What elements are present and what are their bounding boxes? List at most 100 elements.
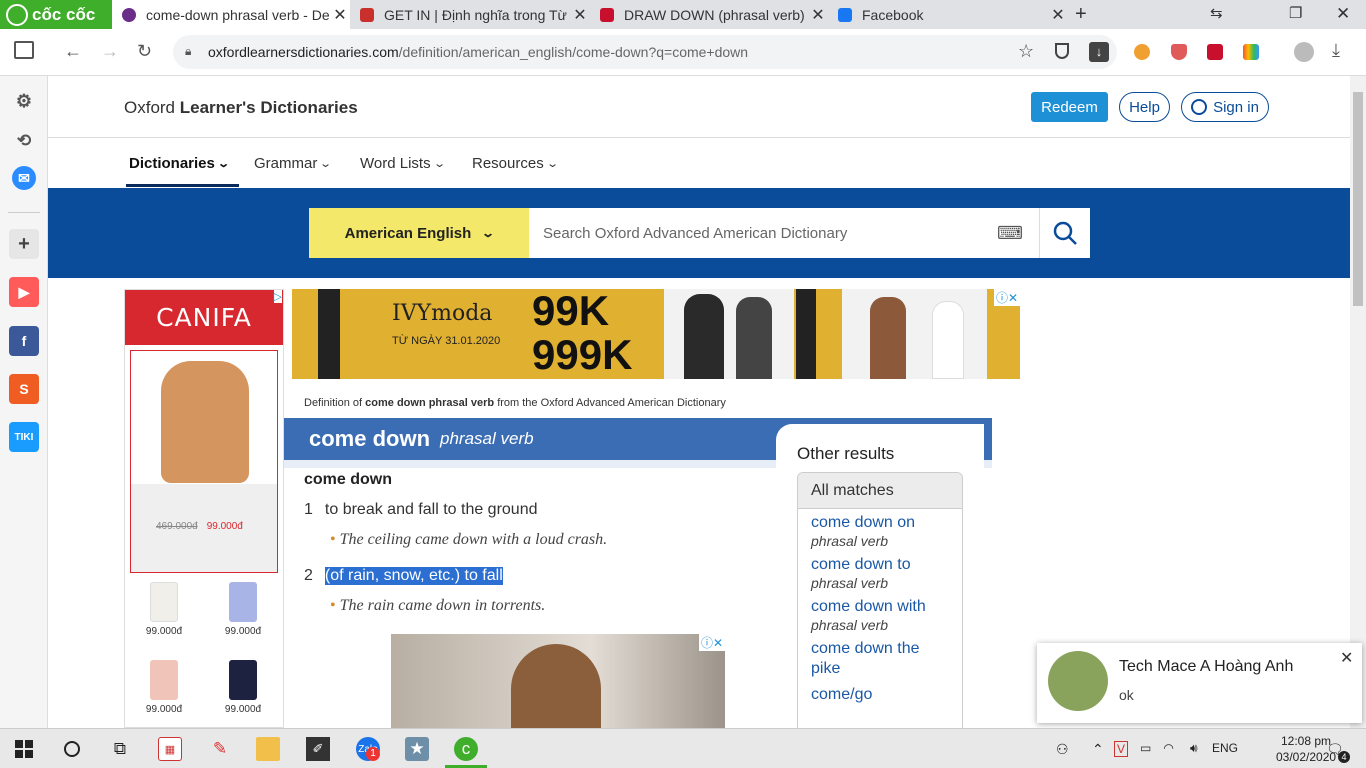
match-word[interactable]: come down the pike: [811, 639, 949, 679]
sense-number: 1: [304, 501, 313, 518]
car-ad[interactable]: ⓘ✕: [391, 634, 725, 728]
close-tab-icon[interactable]: ✕: [808, 5, 828, 25]
close-icon[interactable]: ✕: [1340, 648, 1353, 668]
new-tab-icon[interactable]: +: [1075, 3, 1087, 26]
bullet-icon: •: [330, 597, 336, 614]
match-item[interactable]: come down the pike: [798, 635, 962, 681]
tab-draw-down[interactable]: DRAW DOWN (phrasal verb) c ✕: [590, 0, 828, 29]
match-word[interactable]: come down on: [811, 513, 949, 533]
canifa-ad[interactable]: CANIFA ▷ 469.000đ 99.000đ 99.000đ 99.000…: [124, 289, 284, 728]
ad-close-icon[interactable]: ⓘ✕: [698, 634, 725, 651]
page-scrollbar[interactable]: [1350, 76, 1366, 728]
match-item[interactable]: come down to phrasal verb: [798, 551, 962, 593]
scrollbar-thumb[interactable]: [1353, 92, 1363, 306]
download-page-icon[interactable]: ↓: [1089, 42, 1109, 62]
color-extension-icon[interactable]: [1243, 44, 1259, 60]
coccoc-menu-button[interactable]: cốc cốc: [0, 0, 112, 29]
product-thumb[interactable]: 99.000đ: [139, 582, 189, 640]
redeem-button[interactable]: Redeem: [1031, 92, 1108, 122]
sweater-image: [161, 361, 249, 483]
menu-resources[interactable]: Resources ⌄: [472, 155, 559, 172]
downloads-icon[interactable]: ⤓: [1332, 40, 1340, 61]
search-circle-icon[interactable]: [60, 737, 84, 761]
sign-in-button[interactable]: Sign in: [1181, 92, 1269, 122]
ad-close-icon[interactable]: ⓘ✕: [993, 289, 1020, 306]
tab-get-in[interactable]: GET IN | Định nghĩa trong Từ ✕: [350, 0, 590, 29]
close-window-icon[interactable]: ✕: [1336, 4, 1350, 24]
unikey-icon[interactable]: V: [1114, 741, 1129, 757]
translate-extension-icon[interactable]: [1207, 44, 1223, 60]
menu-dictionaries[interactable]: Dictionaries ⌄: [129, 155, 230, 172]
menu-grammar[interactable]: Grammar ⌄: [254, 155, 332, 172]
coccoc-taskbar-icon[interactable]: c: [454, 737, 478, 761]
sidebar-toggle-icon[interactable]: [14, 41, 34, 59]
tiki-icon[interactable]: TIKI: [9, 422, 39, 452]
people-icon[interactable]: ⚇: [1056, 741, 1069, 758]
tab-facebook[interactable]: Facebook ✕: [828, 0, 1068, 29]
facebook-icon[interactable]: f: [9, 326, 39, 356]
match-pos: phrasal verb: [811, 617, 889, 633]
match-word[interactable]: come down to: [811, 555, 949, 575]
tab-all-matches[interactable]: All matches: [798, 473, 962, 509]
close-tab-icon[interactable]: ✕: [570, 5, 590, 25]
close-tab-icon[interactable]: ✕: [330, 5, 350, 25]
shield-icon[interactable]: [1055, 43, 1069, 59]
dictionary-select[interactable]: American English ⌄: [309, 208, 529, 258]
keyboard-icon[interactable]: ⌨: [997, 223, 1023, 244]
address-bar[interactable]: 🔒︎ oxfordlearnersdictionaries.com/defini…: [173, 35, 1117, 69]
office-app-icon[interactable]: ▦: [158, 737, 182, 761]
profile-avatar[interactable]: [1294, 42, 1314, 62]
sense-definition: to break and fall to the ground: [324, 501, 538, 518]
add-app-icon[interactable]: +: [9, 229, 39, 259]
tab-search-icon[interactable]: ⇆: [1210, 4, 1223, 22]
photos-app-icon[interactable]: ★: [405, 737, 429, 761]
windows-start-icon[interactable]: [12, 737, 36, 761]
file-explorer-icon[interactable]: [256, 737, 280, 761]
restore-window-icon[interactable]: ❐: [1289, 4, 1302, 22]
example-2: • The rain came down in torrents.: [330, 597, 545, 615]
help-button[interactable]: Help: [1119, 92, 1170, 122]
youtube-icon[interactable]: ▶: [9, 277, 39, 307]
search-input[interactable]: Search Oxford Advanced American Dictiona…: [529, 208, 1039, 258]
match-item[interactable]: come down with phrasal verb: [798, 593, 962, 635]
canifa-product[interactable]: 469.000đ 99.000đ: [130, 350, 278, 573]
site-logo[interactable]: Oxford Learner's Dictionaries: [124, 98, 358, 118]
language-indicator[interactable]: ENG: [1212, 741, 1238, 755]
product-thumb[interactable]: 99.000đ: [139, 660, 189, 718]
adblock-shield-icon[interactable]: [1171, 44, 1187, 60]
task-view-icon[interactable]: ⧉: [108, 737, 132, 761]
macmillan-favicon-icon: [600, 7, 614, 22]
shopee-icon[interactable]: S: [9, 374, 39, 404]
menu-word-lists[interactable]: Word Lists ⌄: [360, 155, 446, 172]
match-word[interactable]: come/go: [811, 685, 949, 705]
match-word[interactable]: come down with: [811, 597, 949, 617]
match-item[interactable]: come down on phrasal verb: [798, 509, 962, 551]
product-thumb[interactable]: 99.000đ: [218, 660, 268, 718]
source-prefix: Definition of: [304, 397, 366, 409]
close-tab-icon[interactable]: ✕: [1048, 5, 1068, 25]
reload-icon[interactable]: ↻: [137, 41, 152, 62]
search-button[interactable]: [1039, 208, 1090, 258]
address-toolbar: ← → ↻ 🔒︎ oxfordlearnersdictionaries.com /…: [0, 29, 1366, 76]
product-thumb[interactable]: 99.000đ: [218, 582, 268, 640]
history-icon[interactable]: ⟲: [9, 126, 39, 156]
tab-come-down[interactable]: come-down phrasal verb - De ✕: [112, 0, 350, 29]
bookmark-star-icon[interactable]: ☆: [1018, 41, 1034, 62]
source-suffix: from the Oxford Advanced American Dictio…: [494, 397, 726, 409]
match-item[interactable]: come/go: [798, 681, 962, 707]
show-hidden-icons[interactable]: ⌃: [1092, 741, 1104, 758]
forward-icon[interactable]: →: [101, 41, 119, 62]
chat-notification[interactable]: Tech Mace A Hoàng Anh ok ✕: [1037, 643, 1362, 723]
battery-icon[interactable]: ▭: [1140, 741, 1151, 755]
paint-app-icon[interactable]: ✎: [208, 737, 232, 761]
ivymoda-ad[interactable]: IVYmoda TỪ NGÀY 31.01.2020 99K 999K ⓘ✕: [292, 289, 1020, 379]
thumb-price: 99.000đ: [145, 704, 183, 715]
back-icon[interactable]: ←: [64, 41, 82, 62]
wifi-icon[interactable]: ◜◝: [1164, 741, 1173, 755]
ad-choices-icon[interactable]: ▷: [273, 290, 282, 303]
coccoc-extension-icon[interactable]: [1134, 44, 1150, 60]
sticky-notes-icon[interactable]: ✐: [306, 737, 330, 761]
volume-icon[interactable]: 🔊︎: [1190, 741, 1198, 756]
messenger-icon[interactable]: ✉: [12, 166, 36, 190]
settings-gear-icon[interactable]: ⚙: [9, 86, 39, 116]
